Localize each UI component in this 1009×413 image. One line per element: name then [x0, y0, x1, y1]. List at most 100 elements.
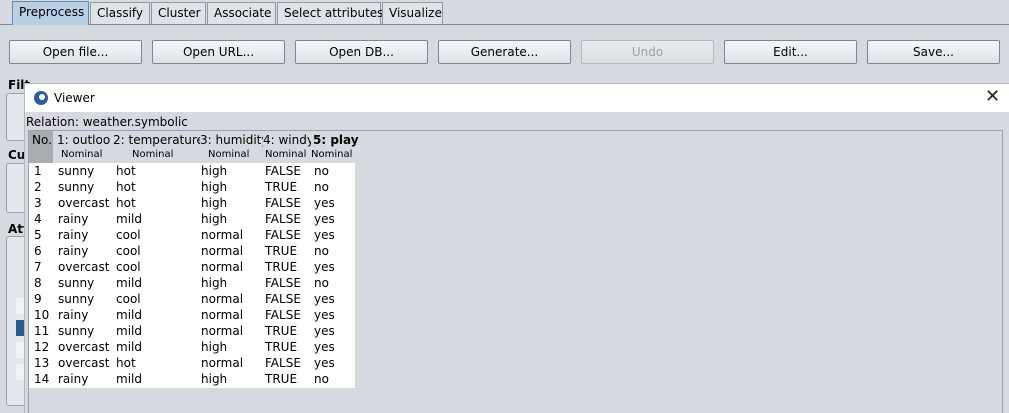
generate-button[interactable]: Generate...: [438, 40, 571, 64]
cell-play: yes: [314, 228, 335, 242]
column-header-no[interactable]: No.: [29, 131, 53, 163]
tab-bar: Preprocess Classify Cluster Associate Se…: [0, 0, 1009, 25]
table-row[interactable]: 8 sunny mild high FALSE no: [29, 275, 355, 291]
table-row[interactable]: 5 rainy cool normal FALSE yes: [29, 227, 355, 243]
cell-outlook: sunny: [58, 180, 95, 194]
cell-humidity: high: [201, 196, 228, 210]
cell-no: 1: [34, 164, 42, 178]
cell-windy: FALSE: [265, 308, 301, 322]
column-header-play[interactable]: 5: play Nominal: [311, 131, 359, 163]
column-type-label: Nominal: [208, 149, 250, 160]
cell-humidity: normal: [201, 228, 244, 242]
save-button[interactable]: Save...: [867, 40, 1000, 64]
table-row[interactable]: 7 overcast cool normal TRUE yes: [29, 259, 355, 275]
column-header-windy[interactable]: 4: windy Nominal: [263, 131, 314, 163]
column-header-humidity[interactable]: 3: humidity Nominal: [200, 131, 268, 163]
cell-humidity: high: [201, 212, 228, 226]
undo-button[interactable]: Undo: [581, 40, 714, 64]
cell-play: yes: [314, 260, 335, 274]
cell-humidity: high: [201, 372, 228, 386]
table-row[interactable]: 6 rainy cool normal TRUE no: [29, 243, 355, 259]
open-url-button[interactable]: Open URL...: [152, 40, 285, 64]
cell-no: 6: [34, 244, 42, 258]
cell-outlook: overcast: [58, 260, 110, 274]
cell-humidity: high: [201, 276, 228, 290]
cell-play: no: [314, 180, 329, 194]
cell-no: 10: [34, 308, 50, 322]
attribute-row-fragment: [16, 342, 24, 358]
current-relation-label-fragment: Cu: [8, 148, 26, 162]
cell-outlook: sunny: [58, 164, 95, 178]
tab-classify[interactable]: Classify: [90, 2, 150, 24]
cell-temperature: mild: [116, 308, 142, 322]
column-header-temperature[interactable]: 2: temperature Nominal: [110, 131, 204, 163]
cell-no: 5: [34, 228, 42, 242]
attribute-row-fragment: [16, 364, 24, 380]
cell-windy: FALSE: [265, 292, 301, 306]
table-row[interactable]: 13 overcast hot normal FALSE yes: [29, 355, 355, 371]
cell-humidity: normal: [201, 356, 244, 370]
cell-temperature: cool: [116, 260, 141, 274]
cell-no: 13: [34, 356, 50, 370]
cell-windy: TRUE: [265, 260, 298, 274]
cell-humidity: high: [201, 164, 228, 178]
cell-windy: FALSE: [265, 228, 301, 242]
open-file-button[interactable]: Open file...: [9, 40, 142, 64]
column-type-label: Nominal: [61, 149, 103, 160]
cell-windy: TRUE: [265, 324, 298, 338]
data-table: No. 1: outlook Nominal 2: temperature No…: [28, 130, 1003, 413]
cell-windy: FALSE: [265, 276, 301, 290]
cell-outlook: rainy: [58, 372, 89, 386]
cell-no: 12: [34, 340, 50, 354]
table-row[interactable]: 2 sunny hot high TRUE no: [29, 179, 355, 195]
tab-visualize[interactable]: Visualize: [382, 2, 443, 24]
edit-button[interactable]: Edit...: [724, 40, 857, 64]
tab-cluster[interactable]: Cluster: [151, 2, 206, 24]
open-db-button[interactable]: Open DB...: [295, 40, 428, 64]
cell-temperature: hot: [116, 356, 136, 370]
cell-outlook: overcast: [58, 196, 110, 210]
cell-windy: FALSE: [265, 164, 301, 178]
table-row[interactable]: 12 overcast mild high TRUE yes: [29, 339, 355, 355]
column-header-outlook[interactable]: 1: outlook Nominal: [53, 131, 117, 163]
tab-associate[interactable]: Associate: [207, 2, 276, 24]
close-icon[interactable]: ✕: [985, 87, 1000, 107]
viewer-title: Viewer: [54, 91, 95, 105]
tab-preprocess[interactable]: Preprocess: [12, 1, 89, 25]
cell-play: yes: [314, 340, 335, 354]
cell-temperature: cool: [116, 244, 141, 258]
cell-temperature: mild: [116, 372, 142, 386]
cell-temperature: mild: [116, 340, 142, 354]
weka-logo-icon: [34, 91, 48, 105]
column-header-label: 3: humidity: [200, 133, 269, 147]
cell-humidity: normal: [201, 244, 244, 258]
column-header-label: 4: windy: [263, 133, 314, 147]
table-row[interactable]: 14 rainy mild high TRUE no: [29, 371, 355, 387]
column-header-label: 2: temperature: [113, 133, 204, 147]
cell-windy: TRUE: [265, 372, 298, 386]
column-header-label: 1: outlook: [57, 133, 118, 147]
cell-temperature: cool: [116, 228, 141, 242]
table-body: 1 sunny hot high FALSE no 2 sunny hot hi…: [29, 163, 355, 388]
table-row[interactable]: 9 sunny cool normal FALSE yes: [29, 291, 355, 307]
cell-outlook: sunny: [58, 276, 95, 290]
table-row[interactable]: 11 sunny mild normal TRUE yes: [29, 323, 355, 339]
column-type-label: Nominal: [311, 149, 353, 160]
cell-humidity: normal: [201, 260, 244, 274]
table-row[interactable]: 4 rainy mild high FALSE yes: [29, 211, 355, 227]
cell-windy: FALSE: [265, 212, 301, 226]
column-type-label: Nominal: [132, 149, 174, 160]
cell-humidity: normal: [201, 292, 244, 306]
tab-select-attributes[interactable]: Select attributes: [277, 2, 383, 24]
cell-no: 2: [34, 180, 42, 194]
attribute-row-fragment: [16, 298, 24, 314]
viewer-title-bar[interactable]: Viewer ✕: [25, 84, 1009, 112]
cell-play: no: [314, 164, 329, 178]
cell-play: yes: [314, 308, 335, 322]
cell-no: 11: [34, 324, 50, 338]
table-row[interactable]: 3 overcast hot high FALSE yes: [29, 195, 355, 211]
table-row[interactable]: 1 sunny hot high FALSE no: [29, 163, 355, 179]
cell-outlook: overcast: [58, 340, 110, 354]
table-row[interactable]: 10 rainy mild normal FALSE yes: [29, 307, 355, 323]
cell-windy: FALSE: [265, 356, 301, 370]
